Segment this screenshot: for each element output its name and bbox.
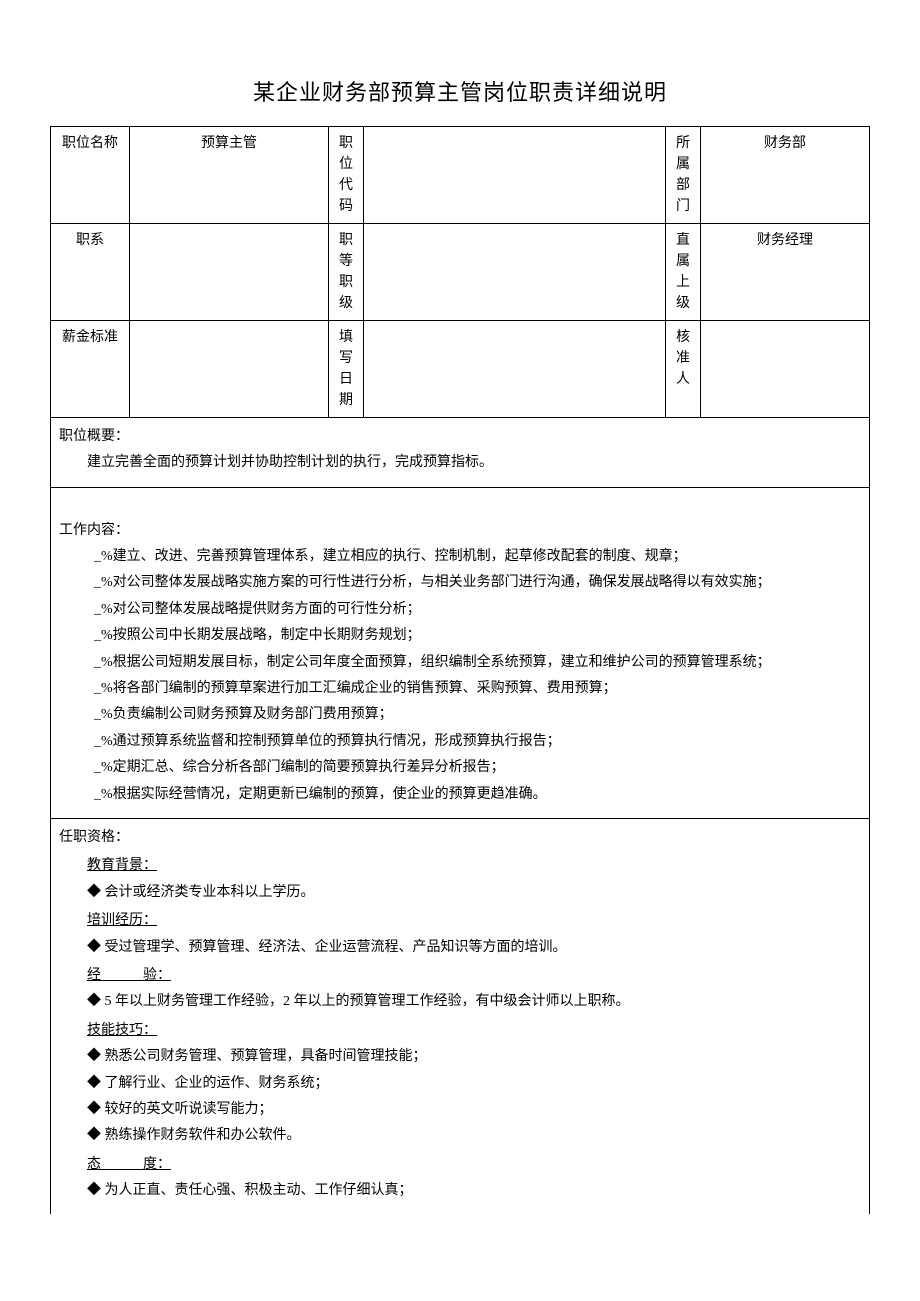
summary-text: 建立完善全面的预算计划并协助控制计划的执行，完成预算指标。 xyxy=(59,452,861,474)
training-subhead: 培训经历： xyxy=(87,910,861,932)
value-fill-date xyxy=(364,320,666,417)
list-item: ◆ 会计或经济类专业本科以上学历。 xyxy=(87,882,861,904)
skill-subhead: 技能技巧： xyxy=(87,1020,861,1042)
value-position-name: 预算主管 xyxy=(130,126,329,223)
label-department: 所属部门 xyxy=(666,126,701,223)
list-item: _%根据公司短期发展目标，制定公司年度全面预算，组织编制全系统预算，建立和维护公… xyxy=(94,652,861,674)
list-item: ◆ 5 年以上财务管理工作经验，2 年以上的预算管理工作经验，有中级会计师以上职… xyxy=(87,991,861,1013)
table-row: 职系 职等职级 直属上级 财务经理 xyxy=(51,223,870,320)
value-position-code xyxy=(364,126,666,223)
work-section: 工作内容： _%建立、改进、完善预算管理体系，建立相应的执行、控制机制，起草修改… xyxy=(50,488,870,819)
list-item: _%对公司整体发展战略实施方案的可行性进行分析，与相关业务部门进行沟通，确保发展… xyxy=(94,572,861,594)
list-item: _%按照公司中长期发展战略，制定中长期财务规划； xyxy=(94,625,861,647)
list-item: ◆ 熟练操作财务软件和办公软件。 xyxy=(87,1125,861,1147)
label-job-grade: 职等职级 xyxy=(329,223,364,320)
summary-section: 职位概要： 建立完善全面的预算计划并协助控制计划的执行，完成预算指标。 xyxy=(50,418,870,488)
value-approver xyxy=(701,320,870,417)
table-row: 薪金标准 填写日期 核准人 xyxy=(51,320,870,417)
list-item: ◆ 为人正直、责任心强、积极主动、工作仔细认真； xyxy=(87,1180,861,1202)
list-item: ◆ 熟悉公司财务管理、预算管理，具备时间管理技能； xyxy=(87,1046,861,1068)
value-department: 财务部 xyxy=(701,126,870,223)
experience-subhead: 经 验： xyxy=(87,965,861,987)
list-item: _%建立、改进、完善预算管理体系，建立相应的执行、控制机制，起草修改配套的制度、… xyxy=(94,546,861,568)
label-fill-date: 填写日期 xyxy=(329,320,364,417)
list-item: ◆ 了解行业、企业的运作、财务系统； xyxy=(87,1073,861,1095)
list-item: _%定期汇总、综合分析各部门编制的简要预算执行差异分析报告； xyxy=(94,757,861,779)
list-item: _%将各部门编制的预算草案进行加工汇编成企业的销售预算、采购预算、费用预算； xyxy=(94,678,861,700)
summary-header: 职位概要： xyxy=(59,426,861,448)
label-position-code: 职位代码 xyxy=(329,126,364,223)
qualification-section: 任职资格： 教育背景： ◆ 会计或经济类专业本科以上学历。 培训经历： ◆ 受过… xyxy=(50,819,870,1214)
work-header: 工作内容： xyxy=(59,520,861,542)
label-job-line: 职系 xyxy=(51,223,130,320)
value-job-line xyxy=(130,223,329,320)
label-salary: 薪金标准 xyxy=(51,320,130,417)
list-item: ◆ 受过管理学、预算管理、经济法、企业运营流程、产品知识等方面的培训。 xyxy=(87,937,861,959)
table-row: 职位名称 预算主管 职位代码 所属部门 财务部 xyxy=(51,126,870,223)
value-salary xyxy=(130,320,329,417)
label-position-name: 职位名称 xyxy=(51,126,130,223)
label-supervisor: 直属上级 xyxy=(666,223,701,320)
info-table: 职位名称 预算主管 职位代码 所属部门 财务部 职系 职等职级 直属上级 财务经… xyxy=(50,126,870,418)
attitude-subhead: 态 度： xyxy=(87,1154,861,1176)
list-item: ◆ 较好的英文听说读写能力； xyxy=(87,1099,861,1121)
page-title: 某企业财务部预算主管岗位职责详细说明 xyxy=(50,75,870,110)
list-item: _%根据实际经营情况，定期更新已编制的预算，使企业的预算更趋准确。 xyxy=(94,784,861,806)
value-job-grade xyxy=(364,223,666,320)
education-subhead: 教育背景： xyxy=(87,855,861,877)
qualification-header: 任职资格： xyxy=(59,827,861,849)
list-item: _%负责编制公司财务预算及财务部门费用预算； xyxy=(94,704,861,726)
list-item: _%对公司整体发展战略提供财务方面的可行性分析； xyxy=(94,599,861,621)
label-approver: 核准人 xyxy=(666,320,701,417)
list-item: _%通过预算系统监督和控制预算单位的预算执行情况，形成预算执行报告； xyxy=(94,731,861,753)
value-supervisor: 财务经理 xyxy=(701,223,870,320)
